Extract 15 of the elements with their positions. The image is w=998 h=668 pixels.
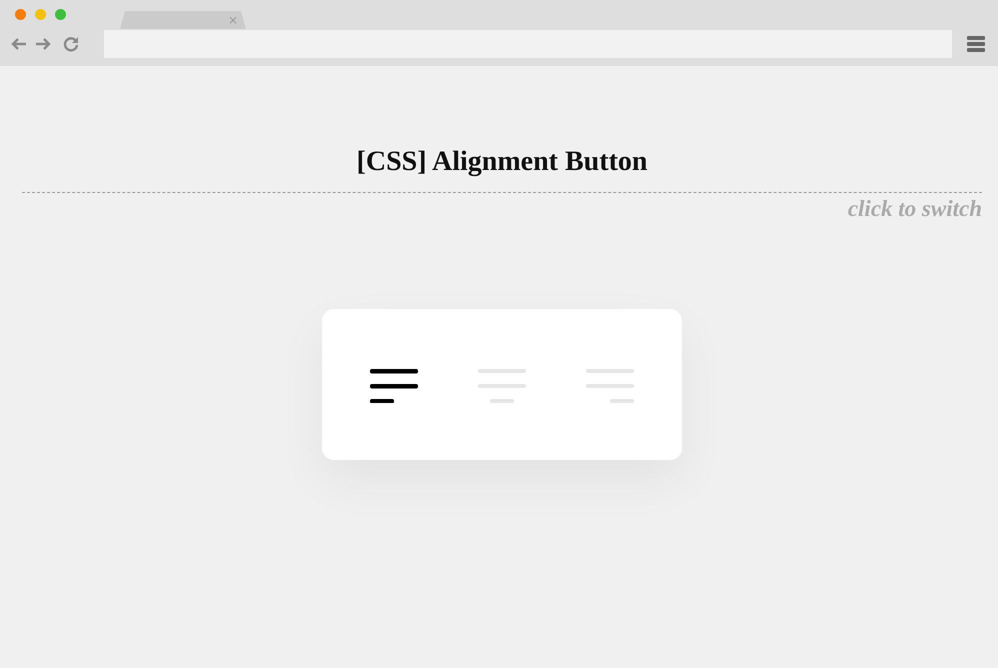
align-center-icon <box>478 366 526 402</box>
tab-close-button[interactable]: × <box>228 14 238 26</box>
hint-text: click to switch <box>848 195 982 223</box>
menu-icon[interactable] <box>967 36 985 52</box>
reload-icon[interactable] <box>63 36 79 52</box>
align-right-icon <box>586 366 634 402</box>
back-icon[interactable] <box>11 36 27 50</box>
maximize-window-button[interactable] <box>55 9 66 20</box>
close-window-button[interactable] <box>15 9 26 20</box>
forward-icon[interactable] <box>35 36 51 50</box>
browser-tab[interactable]: × <box>120 11 246 29</box>
minimize-window-button[interactable] <box>35 9 46 20</box>
alignment-option[interactable] <box>370 366 418 402</box>
align-left-icon <box>370 366 418 402</box>
page-title: [CSS] Alignment Button <box>356 145 648 179</box>
